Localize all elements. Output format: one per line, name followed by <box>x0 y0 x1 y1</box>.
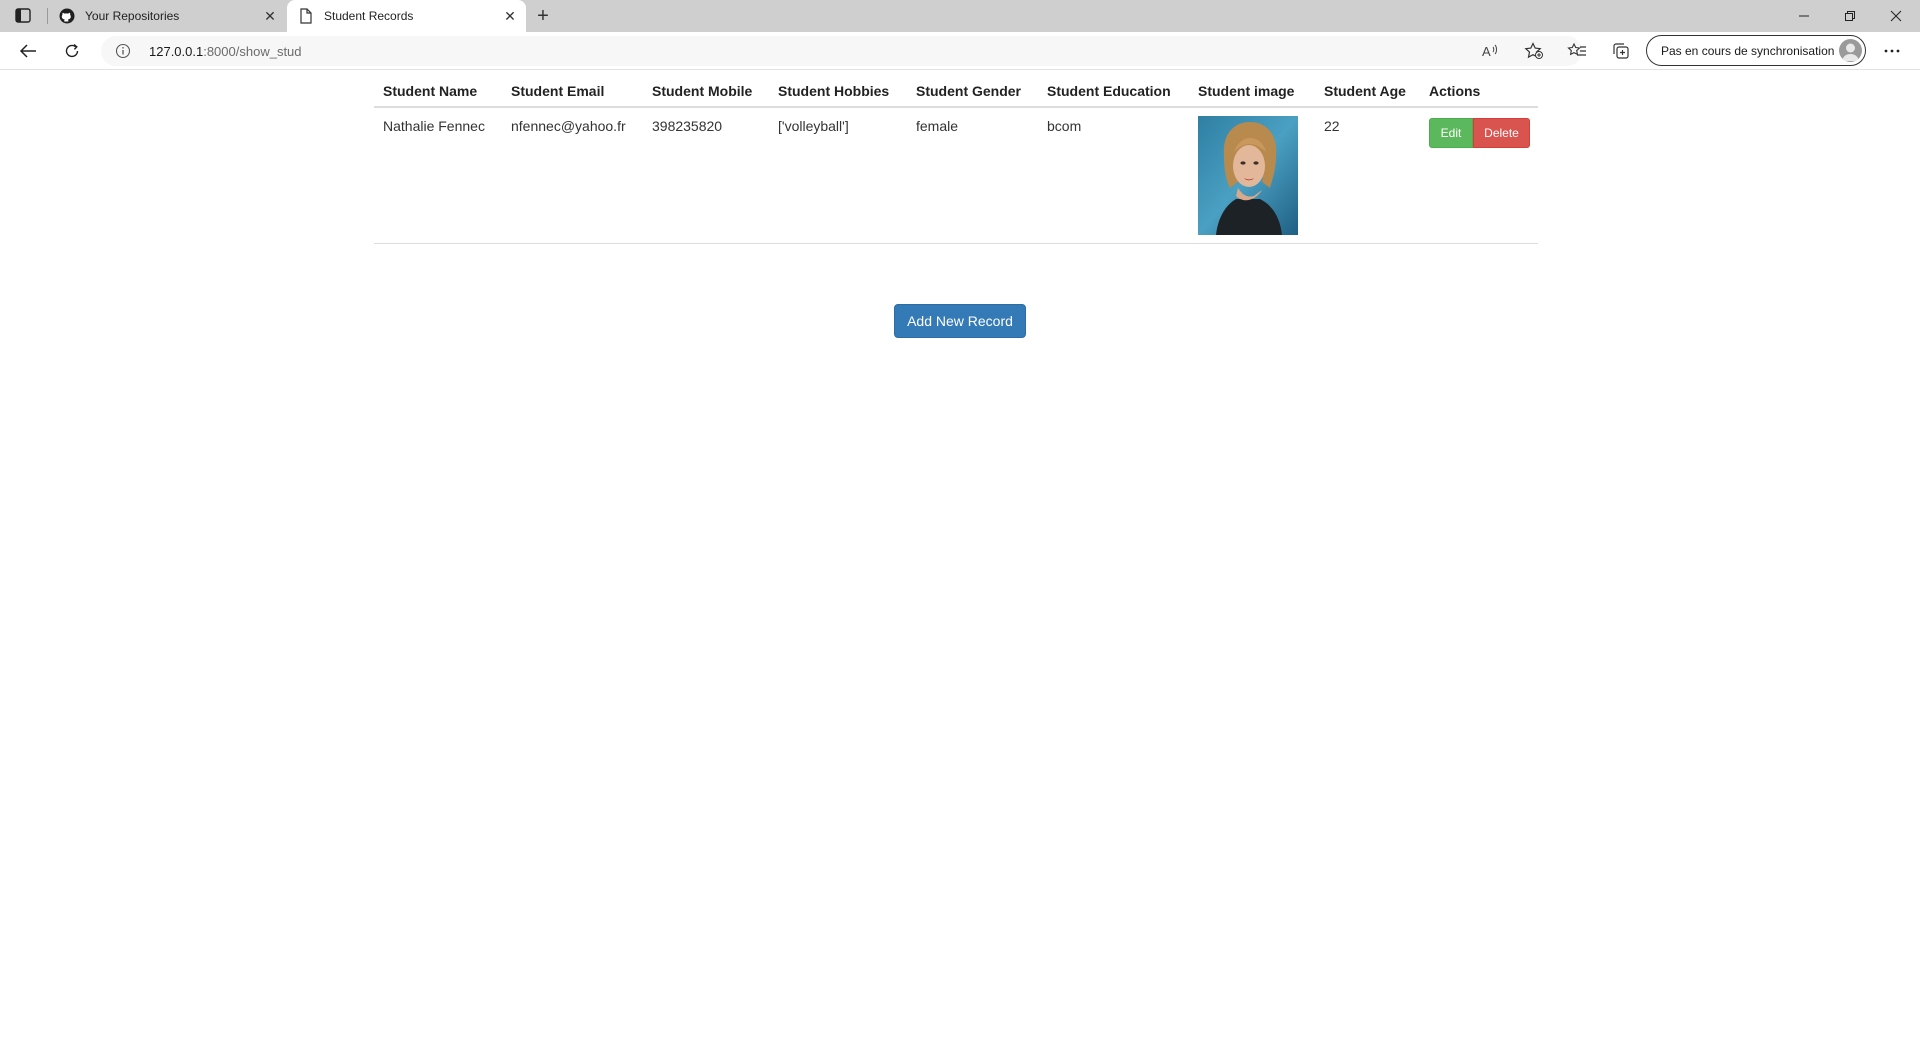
header-student-image: Student image <box>1189 76 1315 108</box>
student-table: Student Name Student Email Student Mobil… <box>374 76 1538 244</box>
tab-strip: Your Repositories ✕ Student Records ✕ + <box>0 0 1920 32</box>
header-student-age: Student Age <box>1315 76 1420 108</box>
svg-text:A: A <box>1482 44 1491 59</box>
close-window-icon[interactable] <box>1873 0 1919 32</box>
favorites-icon[interactable] <box>1566 41 1588 61</box>
cell-education: bcom <box>1038 107 1189 244</box>
table-header-row: Student Name Student Email Student Mobil… <box>374 76 1538 108</box>
header-student-mobile: Student Mobile <box>643 76 769 108</box>
cell-actions: Edit Delete <box>1420 107 1538 244</box>
minimize-icon[interactable] <box>1781 0 1827 32</box>
student-photo <box>1198 116 1298 235</box>
add-new-record-button[interactable]: Add New Record <box>894 304 1026 338</box>
collections-icon[interactable] <box>1610 41 1632 61</box>
url-path: :8000/show_stud <box>203 44 302 59</box>
close-tab-icon[interactable]: ✕ <box>502 8 518 24</box>
tab-student-records[interactable]: Student Records ✕ <box>287 0 526 32</box>
cell-mobile: 398235820 <box>643 107 769 244</box>
sync-label: Pas en cours de synchronisation <box>1661 43 1835 58</box>
header-student-hobbies: Student Hobbies <box>769 76 907 108</box>
edit-button[interactable]: Edit <box>1429 118 1473 148</box>
close-tab-icon[interactable]: ✕ <box>262 8 278 24</box>
url-host: 127.0.0.1 <box>149 44 204 59</box>
page-icon <box>298 8 314 24</box>
tab-your-repositories[interactable]: Your Repositories ✕ <box>56 0 282 32</box>
cell-image <box>1189 107 1315 244</box>
profile-sync-button[interactable]: Pas en cours de synchronisation <box>1646 35 1866 66</box>
tab-title: Your Repositories <box>85 9 180 23</box>
cell-email: nfennec@yahoo.fr <box>502 107 643 244</box>
cell-age: 22 <box>1315 107 1420 244</box>
delete-button[interactable]: Delete <box>1473 118 1530 148</box>
more-options-icon[interactable] <box>1881 41 1903 61</box>
new-tab-icon[interactable]: + <box>532 5 554 27</box>
actions-group: Edit Delete <box>1429 118 1530 148</box>
cell-hobbies: ['volleyball'] <box>769 107 907 244</box>
github-icon <box>59 8 75 24</box>
avatar-icon <box>1839 39 1862 62</box>
cell-name: Nathalie Fennec <box>374 107 502 244</box>
back-arrow-icon[interactable] <box>17 41 39 61</box>
refresh-icon[interactable] <box>61 41 83 61</box>
tab-separator <box>47 8 48 24</box>
page-content: Student Name Student Email Student Mobil… <box>374 76 1545 244</box>
header-student-name: Student Name <box>374 76 502 108</box>
table-row: Nathalie Fennec nfennec@yahoo.fr 3982358… <box>374 107 1538 244</box>
add-favorite-icon[interactable] <box>1523 41 1545 61</box>
header-student-gender: Student Gender <box>907 76 1038 108</box>
url-text: 127.0.0.1:8000/show_stud <box>149 44 302 59</box>
header-actions: Actions <box>1420 76 1538 108</box>
tab-actions-icon[interactable] <box>12 7 34 25</box>
address-bar[interactable]: 127.0.0.1:8000/show_stud A <box>101 36 1582 66</box>
browser-toolbar: 127.0.0.1:8000/show_stud A Pas en cours … <box>0 32 1920 70</box>
cell-gender: female <box>907 107 1038 244</box>
tab-title: Student Records <box>324 9 414 23</box>
restore-icon[interactable] <box>1827 0 1873 32</box>
site-info-icon[interactable] <box>115 43 131 59</box>
header-student-education: Student Education <box>1038 76 1189 108</box>
header-student-email: Student Email <box>502 76 643 108</box>
read-aloud-icon[interactable]: A <box>1479 41 1501 61</box>
